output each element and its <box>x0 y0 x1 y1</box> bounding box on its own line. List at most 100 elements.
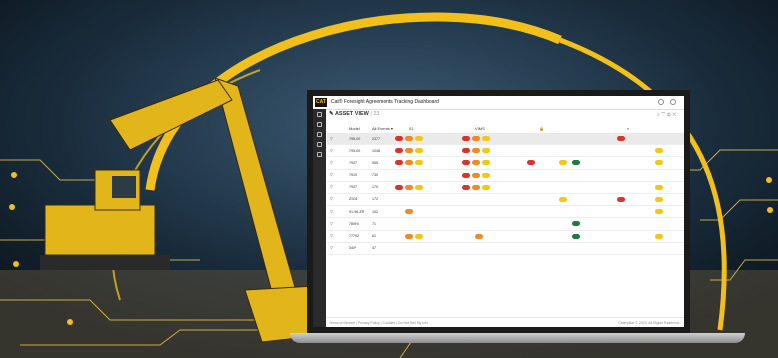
user-icon[interactable] <box>670 99 676 105</box>
status-pill[interactable] <box>462 184 470 190</box>
status-pill[interactable] <box>475 233 483 239</box>
status-pill[interactable] <box>395 160 403 166</box>
row-model: 7919 <box>349 173 357 178</box>
table-row[interactable]: ▽ 7919 730 <box>327 170 684 182</box>
status-pill[interactable] <box>395 148 403 154</box>
table-row[interactable]: ▽ 795-00 1046 <box>327 145 684 158</box>
status-pill[interactable] <box>405 209 413 215</box>
row-model: 795-00 <box>349 136 361 141</box>
status-pill[interactable] <box>415 184 423 190</box>
settings-icon[interactable] <box>658 99 664 105</box>
status-pill[interactable] <box>527 160 535 166</box>
table-row[interactable]: ▽ 91-96-ZR 102 <box>327 206 684 219</box>
status-pill[interactable] <box>462 160 470 166</box>
footer-links[interactable]: Terms of Service | Privacy Policy | Cook… <box>329 321 428 325</box>
status-pill[interactable] <box>415 233 423 239</box>
status-pill[interactable] <box>405 148 413 154</box>
table-row[interactable]: ▽ 7937 955 <box>327 157 684 170</box>
search-icon[interactable]: ⌕ <box>657 112 660 118</box>
status-pill[interactable] <box>655 160 663 166</box>
status-pill[interactable] <box>482 148 490 154</box>
status-pill[interactable] <box>655 196 663 202</box>
lock-icon: 🔒 <box>539 126 544 131</box>
close-icon[interactable]: ✕ <box>672 112 676 118</box>
app-title: Cat® Foresight Agreements Tracking Dashb… <box>331 99 439 105</box>
status-pill[interactable] <box>462 172 470 178</box>
sidebar-item-settings[interactable] <box>313 149 326 159</box>
filter-icon[interactable]: ▽ <box>330 137 333 141</box>
status-pill[interactable] <box>655 209 663 215</box>
table-row[interactable]: ▽ ZS01 172 <box>327 194 684 207</box>
status-pill[interactable] <box>655 233 663 239</box>
status-pill[interactable] <box>405 233 413 239</box>
status-pill[interactable] <box>559 160 567 166</box>
status-pill[interactable] <box>572 233 580 239</box>
sidebar-item-reports[interactable] <box>313 139 326 149</box>
status-pill[interactable] <box>482 172 490 178</box>
status-pill[interactable] <box>617 136 625 141</box>
status-pill[interactable] <box>482 184 490 190</box>
col-model[interactable]: Model <box>349 126 360 131</box>
status-pill[interactable] <box>405 136 413 141</box>
status-pill[interactable] <box>462 148 470 154</box>
row-count: 170 <box>372 185 378 190</box>
status-pill[interactable] <box>395 136 403 141</box>
status-pill[interactable] <box>415 160 423 166</box>
status-pill[interactable] <box>482 136 490 141</box>
status-pill[interactable] <box>655 148 663 154</box>
status-pill[interactable] <box>405 160 413 166</box>
filter-icon[interactable]: ▽ <box>330 185 333 189</box>
sidebar-item-assets[interactable] <box>313 119 326 129</box>
col-group1[interactable]: 01 <box>409 126 413 131</box>
status-pill[interactable] <box>415 148 423 154</box>
status-pill[interactable] <box>472 160 480 166</box>
col-all-events[interactable]: All Events ▾ <box>372 126 393 131</box>
row-model: 780HI <box>349 221 359 226</box>
row-model: 7937 <box>349 160 357 165</box>
status-pill[interactable] <box>462 136 470 141</box>
table-row[interactable]: ▽ 795-00 2377 <box>327 133 684 146</box>
search-icon[interactable]: ⌕ <box>627 126 629 131</box>
status-pill[interactable] <box>472 136 480 141</box>
cat-logo: CAT <box>315 98 327 107</box>
status-pill[interactable] <box>472 184 480 190</box>
col-group2[interactable]: VIMS <box>475 126 485 131</box>
events-icon <box>317 131 322 137</box>
status-dot <box>689 160 690 165</box>
filter-icon[interactable]: ▽ <box>330 197 333 201</box>
status-dot <box>689 185 690 190</box>
gear-icon[interactable]: ⚙ <box>667 112 671 118</box>
status-pill[interactable] <box>405 184 413 190</box>
status-pill[interactable] <box>572 160 580 166</box>
status-pill[interactable] <box>415 136 423 141</box>
view-count: 23 <box>373 111 380 117</box>
status-pill[interactable] <box>572 221 580 227</box>
table-row[interactable]: ▽ 780HI 71 <box>327 218 684 231</box>
filter-icon[interactable]: ▽ <box>330 149 333 153</box>
sidebar-item-dashboard[interactable] <box>313 109 326 119</box>
filter-icon[interactable]: ▽ <box>661 112 665 118</box>
app-header: CAT Cat® Foresight Agreements Tracking D… <box>313 96 684 110</box>
row-model: 7937 <box>349 185 357 190</box>
status-pill[interactable] <box>655 184 663 190</box>
filter-icon[interactable]: ▽ <box>330 234 333 238</box>
status-pill[interactable] <box>559 196 567 202</box>
footer-copyright: Caterpillar © 2023. All Rights Reserved. <box>618 321 680 325</box>
row-count: 1046 <box>372 148 380 153</box>
status-pill[interactable] <box>617 196 625 202</box>
sidebar-item-events[interactable] <box>313 129 326 139</box>
filter-icon[interactable]: ▽ <box>330 222 333 226</box>
filter-icon[interactable]: ▽ <box>330 246 333 250</box>
reports-icon <box>317 141 322 147</box>
status-pill[interactable] <box>482 160 490 166</box>
filter-icon[interactable]: ▽ <box>330 161 333 165</box>
table-row[interactable]: ▽ 7937 170 <box>327 182 684 194</box>
status-pill[interactable] <box>472 172 480 178</box>
status-pill[interactable] <box>395 184 403 190</box>
status-dot <box>689 234 690 239</box>
status-pill[interactable] <box>472 148 480 154</box>
filter-icon[interactable]: ▽ <box>330 210 333 214</box>
table-row[interactable]: ▽ 340* 47 <box>327 243 684 255</box>
filter-icon[interactable]: ▽ <box>330 173 333 177</box>
table-row[interactable]: ▽ 77792 61 <box>327 231 684 243</box>
